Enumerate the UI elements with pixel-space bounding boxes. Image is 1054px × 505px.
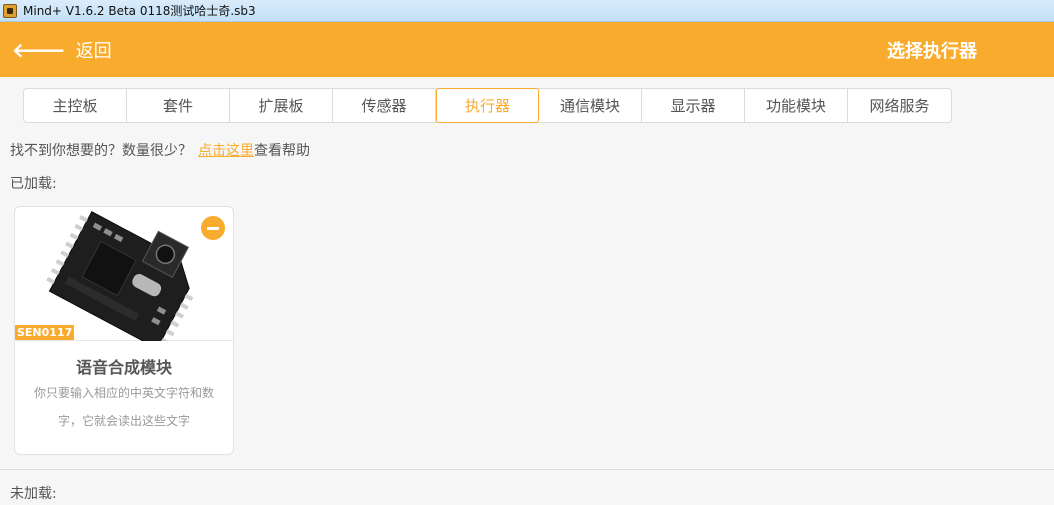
help-prefix: 找不到你想要的？数量很少？: [10, 143, 192, 159]
back-button[interactable]: 🡐 返回: [12, 37, 112, 63]
tab-kits[interactable]: 套件: [127, 89, 230, 122]
extension-card[interactable]: SEN0117 语音合成模块 你只要输入相应的中英文字符和数字，它就会读出这些文…: [14, 206, 234, 455]
tab-sensors[interactable]: 传感器: [333, 89, 436, 122]
tab-function-modules[interactable]: 功能模块: [745, 89, 848, 122]
card-description: 你只要输入相应的中英文字符和数字，它就会读出这些文字: [33, 386, 214, 428]
sku-badge: SEN0117: [15, 325, 75, 340]
tab-displays[interactable]: 显示器: [642, 89, 745, 122]
remove-extension-button[interactable]: [201, 216, 225, 240]
back-label: 返回: [75, 40, 112, 62]
tab-actuators[interactable]: 执行器: [436, 88, 539, 123]
page-title: 选择执行器: [887, 40, 977, 62]
help-suffix: 查看帮助: [254, 143, 310, 159]
category-tabs: 主控板 套件 扩展板 传感器 执行器 通信模块 显示器 功能模块 网络服务: [23, 88, 952, 123]
tab-network-services[interactable]: 网络服务: [848, 89, 951, 122]
back-arrow-icon: 🡐: [12, 37, 66, 62]
unloaded-section-label: 未加载:: [10, 486, 57, 502]
card-title: 语音合成模块: [75, 358, 172, 377]
help-line: 找不到你想要的？数量很少？ 点击这里查看帮助: [10, 140, 310, 160]
help-link[interactable]: 点击这里: [198, 143, 254, 159]
speech-synthesis-module-image: SEN0117: [15, 207, 233, 350]
tab-expansion-boards[interactable]: 扩展板: [230, 89, 333, 122]
window-title: Mind+ V1.6.2 Beta 0118测试哈士奇.sb3: [23, 4, 256, 18]
section-divider: [0, 469, 1054, 470]
mindplus-app-icon: [3, 3, 17, 18]
page-header: 🡐 返回 选择执行器: [0, 22, 1054, 77]
loaded-section-label: 已加载:: [10, 176, 57, 192]
tab-mainboard[interactable]: 主控板: [24, 89, 127, 122]
window-titlebar: Mind+ V1.6.2 Beta 0118测试哈士奇.sb3: [0, 0, 1054, 22]
tab-communication[interactable]: 通信模块: [539, 89, 642, 122]
